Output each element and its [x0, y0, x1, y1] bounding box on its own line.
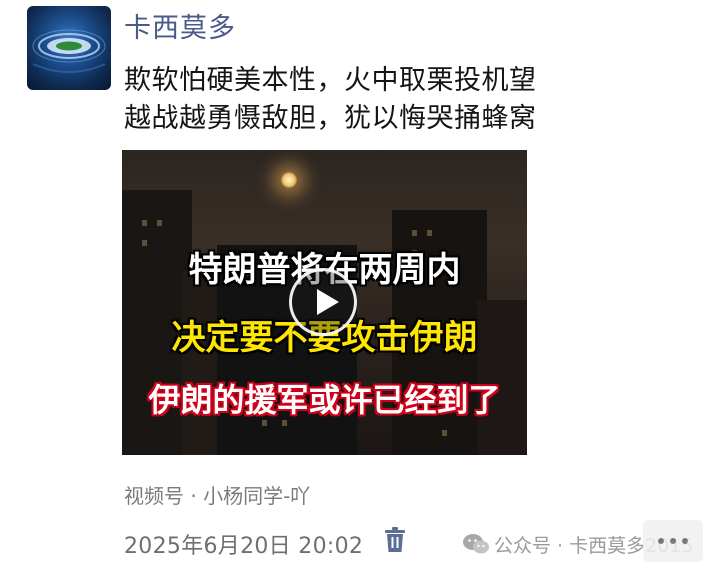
glowing-light — [281, 172, 297, 188]
video-channel-source[interactable]: 视频号 · 小杨同学-吖 — [124, 480, 310, 509]
more-dots-icon[interactable] — [643, 520, 703, 562]
avatar[interactable] — [27, 6, 111, 90]
building-window — [442, 430, 447, 436]
video-caption-3: 伊朗的援军或许已经到了 — [148, 381, 501, 419]
post-text-line-1: 欺软怕硬美本性，火中取栗投机望 — [124, 65, 537, 96]
building-left-2 — [182, 270, 222, 455]
building-window — [412, 230, 417, 236]
trash-icon[interactable] — [383, 526, 407, 554]
post-timestamp: 2025年6月20日 20:02 — [124, 534, 364, 559]
wechat-icon — [463, 534, 489, 554]
post-text-line-2: 越战越勇慑敌胆，犹以悔哭捅蜂窝 — [124, 103, 537, 134]
building-window — [142, 220, 147, 226]
play-icon[interactable] — [289, 268, 357, 336]
video-thumbnail[interactable]: 特朗普将在两周内 决定要不要攻击伊朗 伊朗的援军或许已经到了 — [122, 150, 527, 455]
stadium-logo-icon — [32, 29, 106, 73]
building-window — [427, 230, 432, 236]
building-window — [157, 220, 162, 226]
author-name[interactable]: 卡西莫多 — [124, 6, 236, 45]
